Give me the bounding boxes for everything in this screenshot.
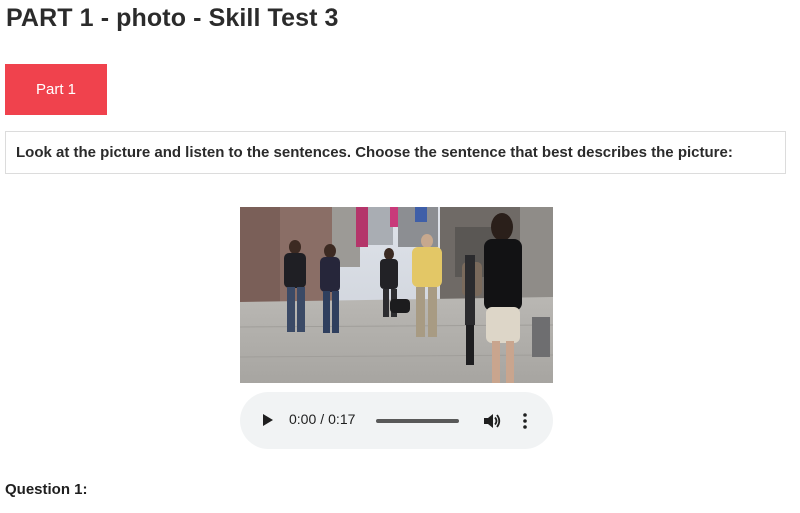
play-button[interactable]	[260, 412, 276, 428]
question-label: Question 1:	[5, 481, 88, 498]
instruction-text: Look at the picture and listen to the se…	[16, 144, 733, 161]
current-time: 0:00	[289, 411, 317, 427]
duration: 0:17	[328, 411, 356, 427]
volume-button[interactable]	[482, 411, 502, 431]
tab-part-1[interactable]: Part 1	[5, 64, 107, 115]
volume-icon	[484, 414, 501, 428]
audio-player: 0:00/0:17	[240, 392, 553, 449]
seek-slider[interactable]	[376, 419, 459, 423]
more-options-button[interactable]	[517, 411, 533, 431]
time-display: 0:00/0:17	[289, 411, 355, 427]
question-photo	[240, 207, 553, 383]
page-title: PART 1 - photo - Skill Test 3	[6, 4, 339, 32]
instruction-box: Look at the picture and listen to the se…	[5, 131, 786, 174]
more-options-icon	[523, 413, 527, 429]
play-icon	[263, 414, 273, 426]
time-separator: /	[320, 411, 325, 427]
